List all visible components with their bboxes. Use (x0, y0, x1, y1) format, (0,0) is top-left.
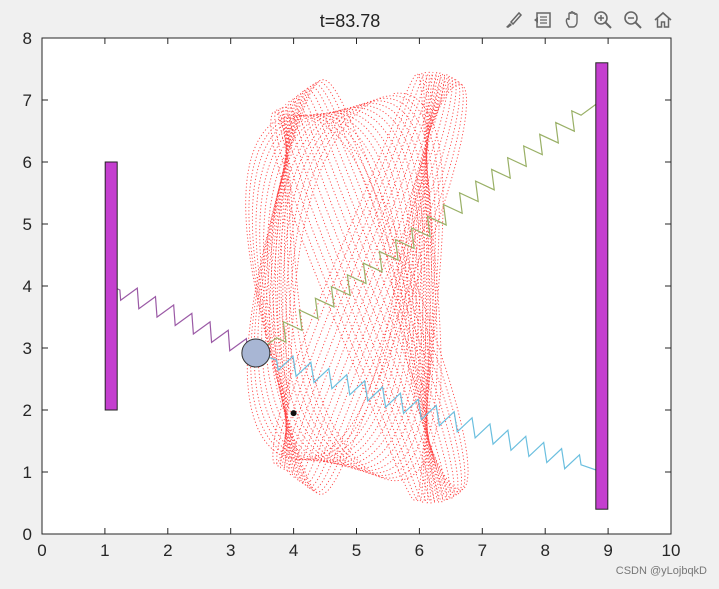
x-tick-label: 0 (37, 541, 46, 560)
ball (241, 338, 271, 368)
x-tick-label: 4 (289, 541, 298, 560)
legend-icon[interactable] (531, 8, 555, 32)
x-tick-label: 10 (662, 541, 681, 560)
y-tick-label: 6 (23, 153, 32, 172)
zoom-out-icon[interactable] (621, 8, 645, 32)
x-tick-label: 2 (163, 541, 172, 560)
y-tick-label: 1 (23, 463, 32, 482)
x-tick-label: 1 (100, 541, 109, 560)
figure-toolbar (501, 8, 675, 32)
pan-hand-icon[interactable] (561, 8, 585, 32)
chart-title: t=83.78 (320, 11, 381, 31)
x-tick-label: 3 (226, 541, 235, 560)
y-tick-label: 2 (23, 401, 32, 420)
brush-icon[interactable] (501, 8, 525, 32)
y-tick-label: 4 (23, 277, 32, 296)
figure-canvas: t=83.78 0 1 2 3 4 5 6 7 8 9 10 0 1 2 3 4 5 6 7 8 (23, 11, 681, 560)
zoom-in-icon[interactable] (591, 8, 615, 32)
x-tick-label: 5 (352, 541, 361, 560)
watermark-text: CSDN @yLojbqkD (615, 565, 707, 577)
wall-1 (104, 161, 118, 411)
wall-2 (595, 62, 609, 510)
x-tick-label: 9 (603, 541, 612, 560)
marker-point (290, 410, 297, 417)
x-tick-label: 7 (478, 541, 487, 560)
y-tick-label: 0 (23, 525, 32, 544)
y-tick-label: 7 (23, 91, 32, 110)
y-tick-label: 8 (23, 29, 32, 48)
x-tick-label: 8 (540, 541, 549, 560)
x-tick-label: 6 (415, 541, 424, 560)
y-tick-label: 3 (23, 339, 32, 358)
y-tick-label: 5 (23, 215, 32, 234)
home-icon[interactable] (651, 8, 675, 32)
